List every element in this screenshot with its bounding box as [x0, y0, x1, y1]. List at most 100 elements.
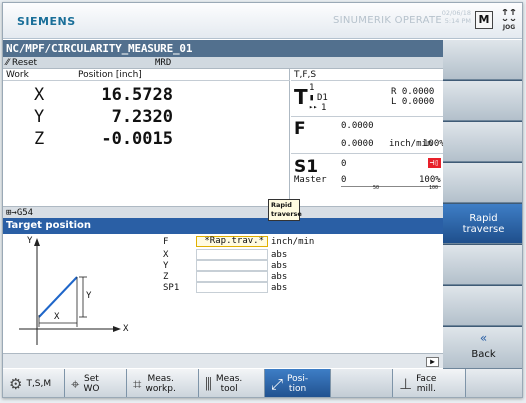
- jog-mode-indicator[interactable]: JOG: [498, 8, 520, 33]
- tool-number: 1: [309, 83, 315, 93]
- axis-name: X: [34, 85, 45, 105]
- divider: [291, 116, 443, 117]
- softkey-label: workp.: [145, 384, 176, 394]
- rapid-traverse-button[interactable]: Rapid traverse: [443, 204, 522, 244]
- position-header: Work Position [inch]: [3, 69, 290, 81]
- position-column-header: Position [inch]: [78, 70, 142, 80]
- softkey-empty[interactable]: [466, 369, 522, 397]
- softkey-label: Meas.: [147, 374, 174, 384]
- hmi-window: SIEMENS SINUMERIK OPERATE 02/06/18 5:14 …: [2, 2, 523, 398]
- field-unit-sp1: abs: [271, 283, 288, 293]
- softkey-label-wrap: Posi-tion: [287, 374, 308, 394]
- datetime: 02/06/18 5:14 PM: [431, 9, 471, 25]
- feed-actual: 0.0000: [341, 121, 374, 131]
- softkey-label: mill.: [416, 384, 436, 394]
- next-tool-number: 1: [321, 103, 327, 113]
- softkey-label: tool: [220, 384, 238, 394]
- work-column-header: Work: [6, 70, 29, 80]
- sp1-input[interactable]: [196, 282, 268, 293]
- bottom-status-strip: [3, 353, 443, 368]
- softkey-label: Rapid: [469, 213, 498, 224]
- softkey-position[interactable]: ⤢ Posi-tion: [265, 369, 331, 397]
- softkey-label: traverse: [462, 224, 505, 235]
- vsoftkey-6[interactable]: [443, 245, 522, 285]
- tsm-icon: ⚙: [9, 375, 23, 393]
- spindle-override: 100%: [419, 175, 441, 185]
- siemens-logo: SIEMENS: [17, 15, 76, 28]
- softkey-label: WO: [83, 384, 100, 394]
- x-input[interactable]: [196, 249, 268, 260]
- softkey-face-mill[interactable]: ⊥ Face mill.: [393, 369, 466, 397]
- scroll-right-button[interactable]: ▶: [426, 357, 439, 367]
- channel-status-bar: ⁄⁄ Reset MRD: [3, 57, 443, 69]
- softkey-empty[interactable]: [331, 369, 393, 397]
- softkey-label: Posi-: [287, 374, 309, 384]
- vsoftkey-2[interactable]: [443, 81, 522, 121]
- spindle-speed: 0: [341, 159, 347, 169]
- face-mill-icon: ⊥: [399, 375, 413, 393]
- vsoftkey-1[interactable]: [443, 40, 522, 80]
- position-icon: ⤢: [271, 375, 284, 393]
- tool-length: L 0.0000: [391, 97, 435, 107]
- reset-icon: ⁄⁄: [6, 58, 10, 68]
- spindle-label: S1: [294, 157, 319, 177]
- tooltip: Rapid traverse: [268, 199, 302, 221]
- feed-override: 100%: [423, 139, 445, 149]
- product-name: SINUMERIK OPERATE: [333, 15, 443, 26]
- program-path-bar: NC/MPF/CIRCULARITY_MEASURE_01: [3, 40, 443, 57]
- axis-value: 16.5728: [101, 85, 173, 105]
- axis-row-y: Y 7.2320: [3, 107, 290, 129]
- work-offset-value: G54: [16, 208, 34, 218]
- diagram-x-dimension: X: [54, 312, 60, 322]
- axis-row-z: Z -0.0015: [3, 129, 290, 151]
- tfs-header: T,F,S: [291, 69, 443, 81]
- softkey-label: Meas.: [215, 374, 243, 384]
- d-number: D1: [317, 93, 328, 103]
- vsoftkey-7[interactable]: [443, 286, 522, 326]
- spindle-master-label: Master: [294, 175, 327, 185]
- diagram-y-axis-label: Y: [27, 236, 33, 246]
- softkey-tsm[interactable]: ⚙ T,S,M: [3, 369, 65, 397]
- tooltip-line2: traverse: [271, 210, 302, 218]
- work-offset-icon: ⊞→: [6, 208, 17, 218]
- field-label-x: X: [163, 250, 169, 260]
- field-label-z: Z: [163, 272, 169, 282]
- field-unit-y: abs: [271, 261, 288, 271]
- softkey-set-wo[interactable]: ⌖ Set WO: [65, 369, 127, 397]
- tool-icon: ▮: [309, 93, 315, 103]
- header-bar: SIEMENS SINUMERIK OPERATE 02/06/18 5:14 …: [3, 3, 522, 39]
- target-position-title: Target position: [3, 218, 443, 234]
- softkey-label-wrap: Set WO: [83, 374, 99, 394]
- time-text: 5:14 PM: [444, 17, 471, 25]
- feed-label: F: [294, 119, 306, 139]
- spindle-scale-mid: 50: [373, 185, 380, 191]
- reset-label: Reset: [11, 58, 38, 68]
- field-label-y: Y: [163, 261, 169, 271]
- softkey-label-wrap: Face mill.: [416, 374, 436, 394]
- z-input[interactable]: [196, 271, 268, 282]
- date-text: 02/06/18: [441, 9, 471, 17]
- spindle-scale-end: 100: [429, 185, 439, 191]
- softkey-label: Back: [471, 349, 496, 360]
- vsoftkey-3[interactable]: [443, 122, 522, 162]
- back-icon: «: [479, 331, 488, 345]
- tooltip-line1: Rapid: [271, 201, 292, 209]
- next-tool-icon: ▸▸: [309, 103, 318, 111]
- back-button[interactable]: « Back: [443, 327, 522, 369]
- positioning-diagram: [19, 238, 121, 345]
- feed-input[interactable]: *Rap.trav.*: [196, 236, 268, 247]
- softkey-meas-workpiece[interactable]: ⌗ Meas. workp.: [127, 369, 199, 397]
- y-input[interactable]: [196, 260, 268, 271]
- jog-label: JOG: [502, 24, 516, 31]
- work-offset-bar: ⊞→G54: [3, 206, 443, 218]
- m-function-button[interactable]: M: [475, 11, 493, 29]
- softkey-label: Set: [84, 374, 99, 384]
- reset-status: ⁄⁄ Reset: [6, 57, 37, 69]
- axis-name: Z: [34, 129, 45, 149]
- jog-icon: [502, 8, 516, 22]
- softkey-label-wrap: Meas. tool: [216, 374, 242, 394]
- softkey-meas-tool[interactable]: ⫼ Meas. tool: [199, 369, 265, 397]
- softkey-label: T,S,M: [26, 379, 52, 389]
- vsoftkey-4[interactable]: [443, 163, 522, 203]
- vertical-softkey-bar: Rapid traverse « Back: [443, 40, 522, 369]
